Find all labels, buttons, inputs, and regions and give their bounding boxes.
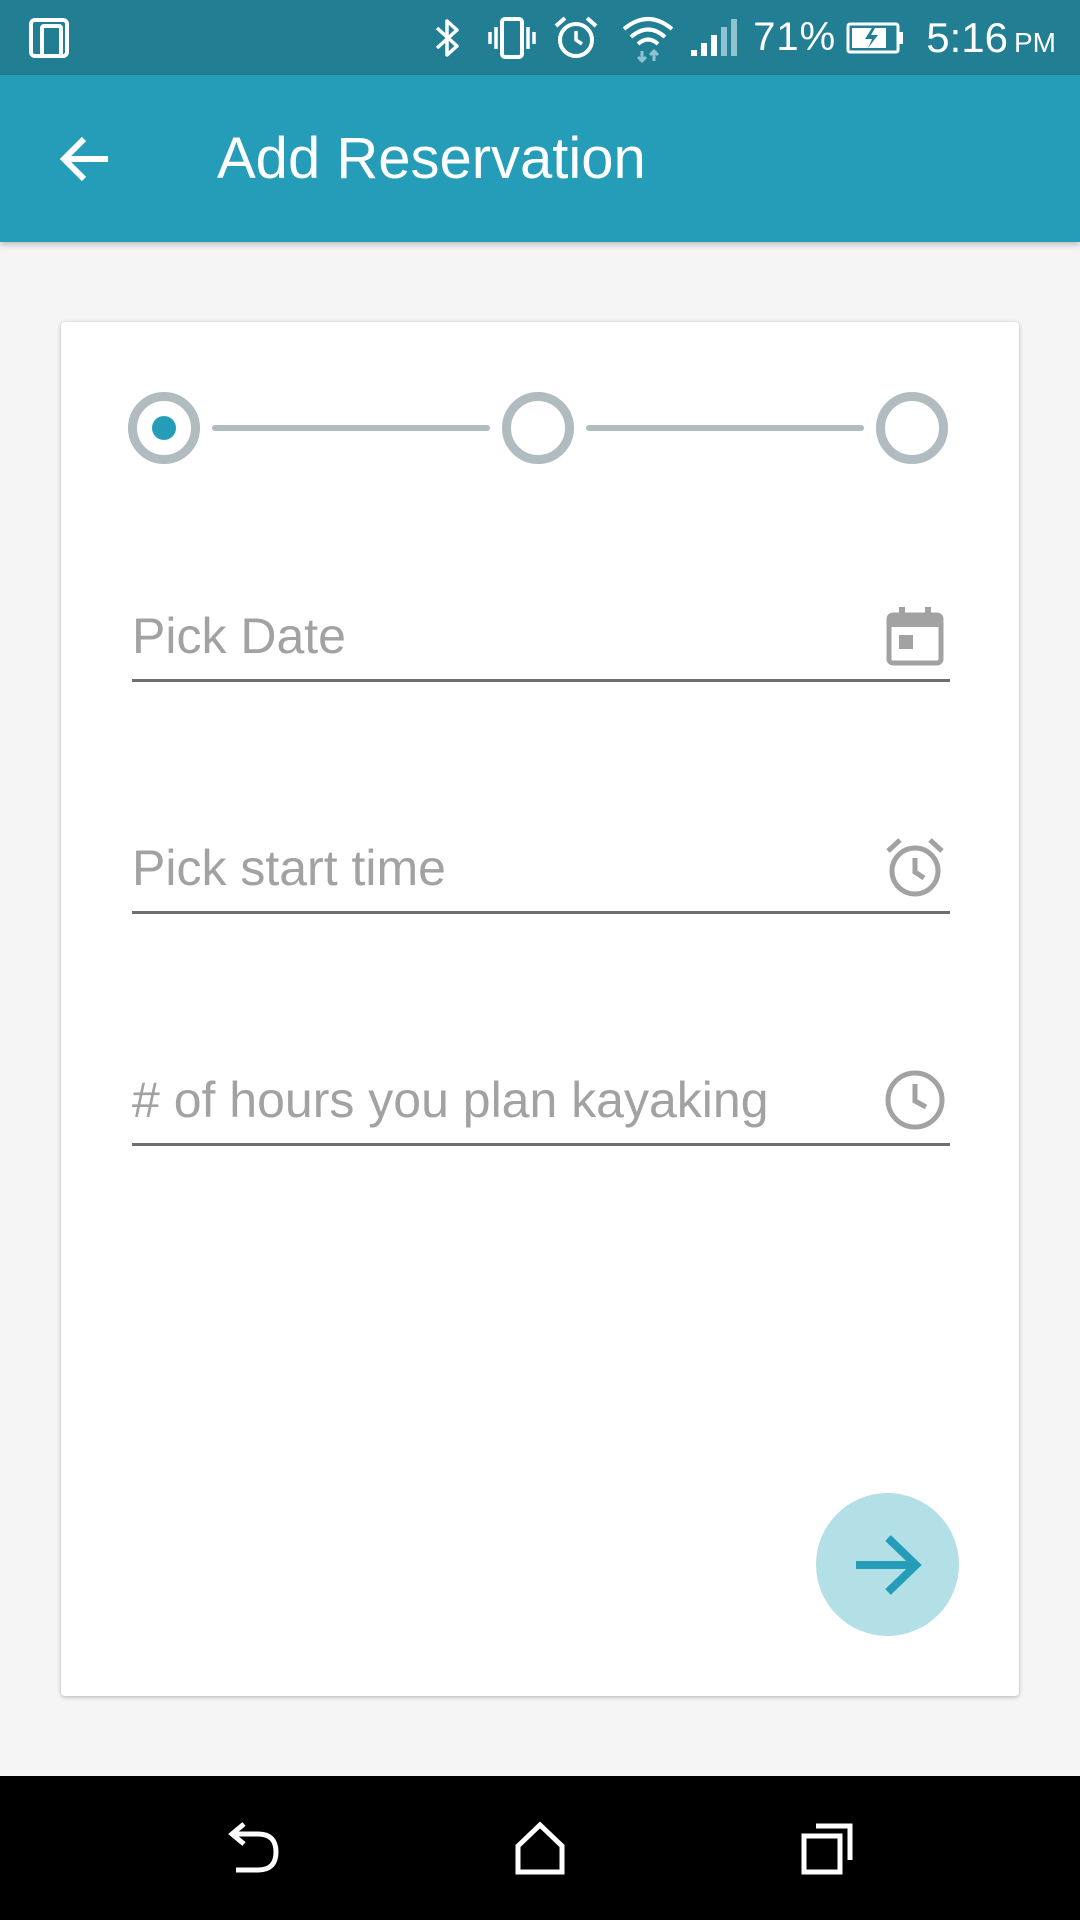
status-right: 71% 5:16 PM (433, 0, 1056, 75)
hours-field[interactable]: # of hours you plan kayaking (132, 1056, 950, 1146)
page-title: Add Reservation (217, 126, 646, 191)
arrow-forward-icon (855, 1534, 922, 1595)
pick-date-placeholder: Pick Date (132, 607, 346, 664)
recents-icon (801, 1823, 853, 1875)
clock-time: 5:16 (926, 13, 1008, 61)
alarm-status-icon (553, 0, 599, 75)
status-clock: 5:16 PM (926, 14, 1056, 62)
battery-percent: 71% (753, 15, 837, 59)
app-bar: Add Reservation (0, 75, 1080, 242)
stepper (128, 392, 948, 464)
nav-home-button[interactable] (498, 1806, 582, 1890)
step-connector (212, 425, 490, 431)
clock-icon[interactable] (882, 1067, 948, 1133)
back-button[interactable] (40, 114, 130, 204)
next-button[interactable] (816, 1493, 959, 1636)
clock-ampm: PM (1014, 26, 1056, 58)
reservation-card: Pick Date Pick start time # of hours you… (61, 322, 1019, 1696)
battery-charging-icon (846, 0, 904, 75)
step-1-indicator[interactable] (128, 392, 200, 464)
calendar-icon[interactable] (882, 603, 948, 669)
alarm-icon[interactable] (882, 835, 948, 901)
nav-back-button[interactable] (210, 1806, 294, 1890)
wifi-icon (621, 0, 675, 75)
status-left (28, 0, 72, 75)
hours-placeholder: # of hours you plan kayaking (132, 1071, 769, 1128)
signal-icon (689, 0, 739, 75)
pick-start-time-field[interactable]: Pick start time (132, 824, 950, 914)
back-icon (228, 1822, 279, 1873)
screen: 71% 5:16 PM Add Reservation Pick Date Pi… (0, 0, 1080, 1920)
pick-date-field[interactable]: Pick Date (132, 592, 950, 682)
step-connector (586, 425, 864, 431)
step-3-indicator[interactable] (876, 392, 948, 464)
phone-tablet-icon (28, 0, 72, 75)
navigation-bar (0, 1776, 1080, 1920)
nav-recents-button[interactable] (786, 1806, 870, 1890)
vibrate-icon (487, 0, 537, 75)
pick-start-time-placeholder: Pick start time (132, 839, 446, 896)
arrow-back-icon (59, 136, 108, 181)
home-icon (515, 1821, 565, 1875)
step-2-indicator[interactable] (502, 392, 574, 464)
status-bar: 71% 5:16 PM (0, 0, 1080, 75)
step-active-dot (152, 416, 176, 440)
bluetooth-icon (433, 0, 463, 75)
